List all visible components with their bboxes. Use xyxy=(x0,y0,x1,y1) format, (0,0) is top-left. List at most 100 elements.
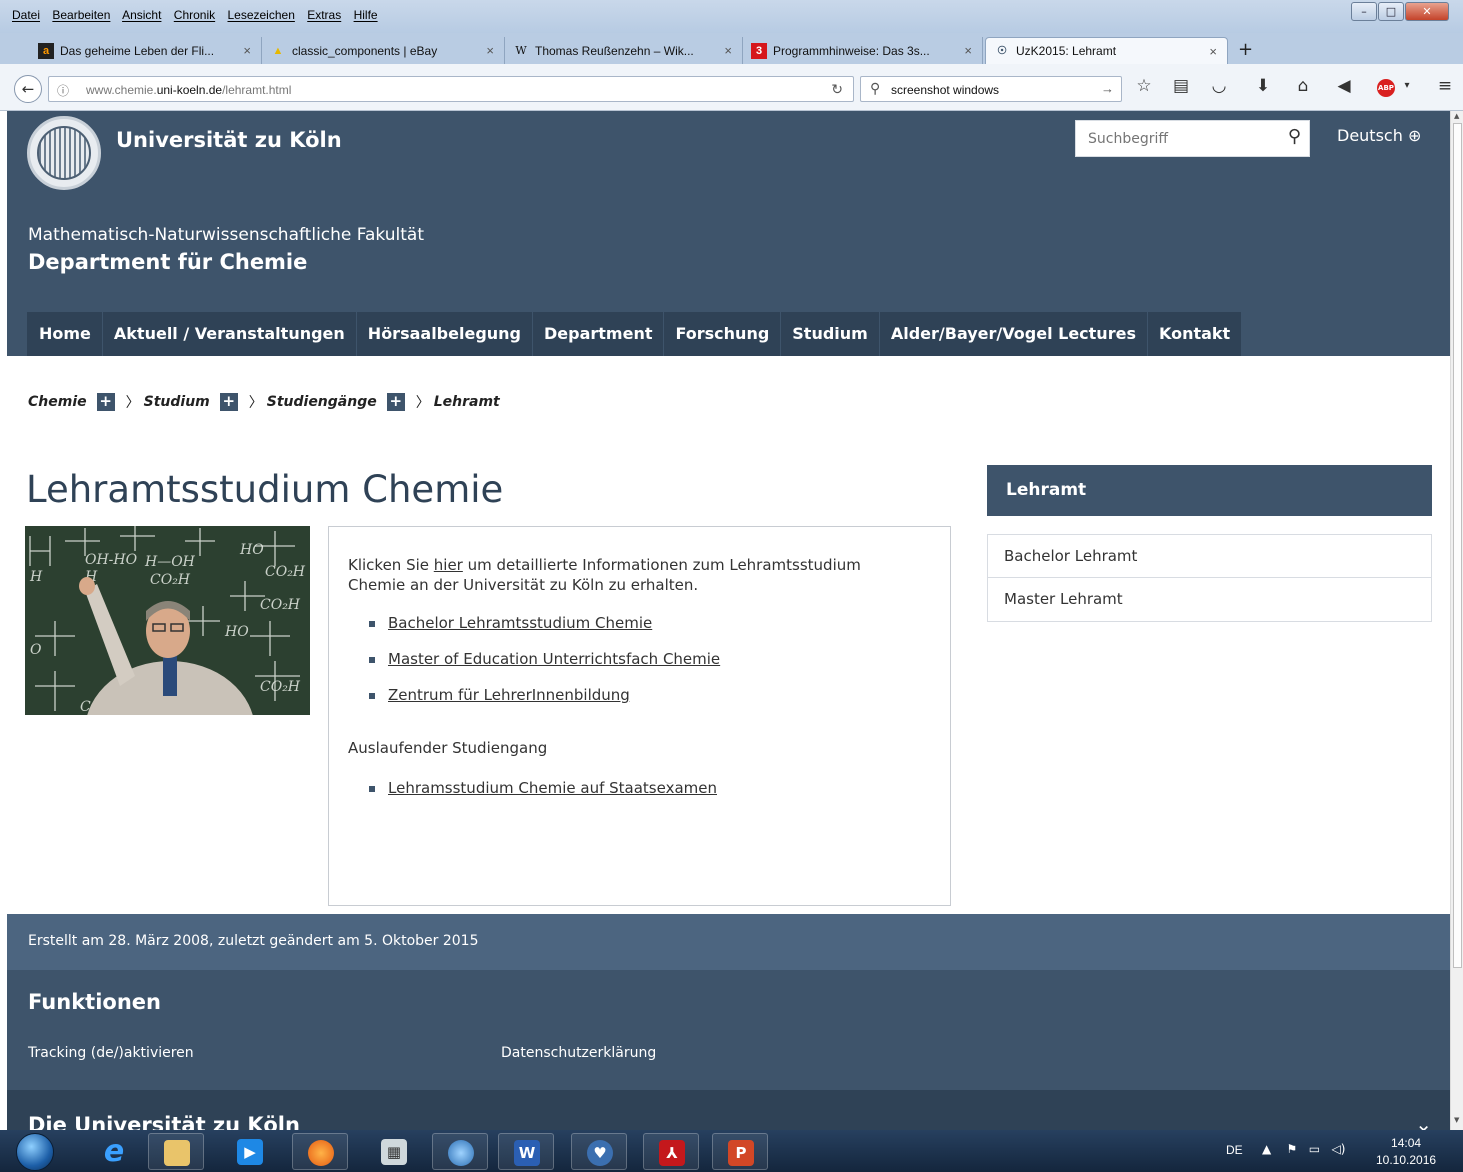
download-icon[interactable]: ⬇ xyxy=(1252,76,1274,96)
chevron-down-icon[interactable]: ⌄ xyxy=(1415,1112,1432,1130)
browser-search-box[interactable]: ⚲ screenshot windows → xyxy=(860,76,1122,102)
url-bar[interactable]: ⓘ www.chemie.uni-koeln.de/lehramt.html ↻ xyxy=(48,76,854,102)
study-links-list: Bachelor Lehramtsstudium Chemie Master o… xyxy=(369,614,720,722)
site-info-icon[interactable]: ⓘ xyxy=(57,82,69,99)
university-footer-heading[interactable]: Die Universität zu Köln xyxy=(28,1113,300,1130)
breadcrumb-studiengaenge[interactable]: Studiengänge xyxy=(267,394,377,410)
vertical-scrollbar[interactable]: ▲ ▼ xyxy=(1450,111,1463,1130)
taskbar-media-player[interactable]: ▶ xyxy=(222,1133,278,1170)
expand-icon[interactable]: + xyxy=(96,393,115,411)
pocket-icon[interactable]: ◡ xyxy=(1208,76,1230,96)
system-clock[interactable]: 14:04 10.10.2016 xyxy=(1376,1135,1436,1169)
search-value: screenshot windows xyxy=(891,83,1000,97)
back-button[interactable]: ← xyxy=(14,75,42,103)
nav-department[interactable]: Department xyxy=(533,312,665,356)
tab-uzk-lehramt[interactable]: ☉ UzK2015: Lehramt × xyxy=(985,37,1228,64)
scrollbar-thumb[interactable] xyxy=(1453,123,1462,968)
nav-aktuell[interactable]: Aktuell / Veranstaltungen xyxy=(103,312,357,356)
taskbar-internet-explorer[interactable]: e xyxy=(86,1133,142,1170)
scroll-up-icon[interactable]: ▲ xyxy=(1454,112,1459,120)
powerpoint-icon: P xyxy=(728,1140,754,1166)
tab-3sat[interactable]: 3 Programmhinweise: Das 3s... × xyxy=(743,37,983,64)
taskbar-calculator[interactable]: ▦ xyxy=(366,1133,422,1170)
menu-hilfe[interactable]: Hilfe xyxy=(354,8,378,22)
taskbar-security-app[interactable]: ♥ xyxy=(571,1133,627,1170)
nav-hoersaalbelegung[interactable]: Hörsaalbelegung xyxy=(357,312,533,356)
sidebar-item-bachelor[interactable]: Bachelor Lehramt xyxy=(988,535,1431,578)
tab-wikipedia[interactable]: W Thomas Reußenzehn – Wik... × xyxy=(505,37,743,64)
site-search-input[interactable] xyxy=(1076,121,1276,156)
input-language[interactable]: DE xyxy=(1226,1143,1243,1157)
taskbar-word[interactable]: W xyxy=(498,1133,554,1170)
nav-studium[interactable]: Studium xyxy=(781,312,880,356)
university-name[interactable]: Universität zu Köln xyxy=(116,128,342,152)
expand-icon[interactable]: + xyxy=(386,393,405,411)
volume-icon[interactable]: ◁) xyxy=(1332,1142,1346,1156)
sidebar-heading: Lehramt xyxy=(987,465,1432,516)
nav-lectures[interactable]: Alder/Bayer/Vogel Lectures xyxy=(880,312,1148,356)
menu-datei[interactable]: Datei xyxy=(12,8,40,22)
network-icon[interactable]: ▭ xyxy=(1309,1142,1320,1156)
svg-text:CO₂H: CO₂H xyxy=(265,564,306,580)
language-switch[interactable]: Deutsch ⊕ xyxy=(1337,126,1421,145)
close-tab-icon[interactable]: × xyxy=(243,43,251,58)
reader-view-icon[interactable]: ▤ xyxy=(1170,76,1192,96)
adblock-icon[interactable]: ABP xyxy=(1377,79,1395,97)
tab-amazon[interactable]: a Das geheime Leben der Fli... × xyxy=(30,37,262,64)
nav-forschung[interactable]: Forschung xyxy=(664,312,782,356)
taskbar-explorer[interactable] xyxy=(148,1133,204,1170)
maximize-button[interactable]: □ xyxy=(1378,2,1404,21)
privacy-link[interactable]: Datenschutzerklärung xyxy=(501,1045,656,1061)
tab-ebay[interactable]: ▲ classic_components | eBay × xyxy=(262,37,505,64)
university-seal-logo[interactable] xyxy=(27,116,101,190)
scroll-down-icon[interactable]: ▼ xyxy=(1454,1116,1459,1124)
minimize-button[interactable]: – xyxy=(1351,2,1377,21)
search-go-icon[interactable]: → xyxy=(1101,81,1114,96)
show-hidden-icons-icon[interactable]: ▲ xyxy=(1262,1142,1271,1156)
reload-icon[interactable]: ↻ xyxy=(831,81,843,98)
send-icon[interactable]: ◀ xyxy=(1333,76,1355,96)
svg-text:HO: HO xyxy=(239,542,264,558)
home-icon[interactable]: ⌂ xyxy=(1292,76,1314,96)
svg-text:H: H xyxy=(29,569,43,585)
action-center-flag-icon[interactable]: ⚑ xyxy=(1287,1142,1298,1156)
close-tab-icon[interactable]: × xyxy=(724,43,732,58)
close-window-button[interactable]: ✕ xyxy=(1405,2,1449,21)
bachelor-lehramt-link[interactable]: Bachelor Lehramtsstudium Chemie xyxy=(388,614,652,632)
master-education-link[interactable]: Master of Education Unterrichtsfach Chem… xyxy=(388,650,720,668)
menu-bearbeiten[interactable]: Bearbeiten xyxy=(52,8,110,22)
bookmark-star-icon[interactable]: ☆ xyxy=(1133,76,1155,96)
close-tab-icon[interactable]: × xyxy=(486,43,494,58)
menu-ansicht[interactable]: Ansicht xyxy=(122,8,161,22)
sidebar-item-master[interactable]: Master Lehramt xyxy=(988,578,1431,621)
taskbar-powerpoint[interactable]: P xyxy=(712,1133,768,1170)
adblock-dropdown-icon[interactable]: ▾ xyxy=(1396,80,1418,91)
hier-link[interactable]: hier xyxy=(434,556,463,574)
tracking-toggle-link[interactable]: Tracking (de/)aktivieren xyxy=(28,1045,194,1061)
close-tab-icon[interactable]: × xyxy=(964,43,972,58)
language-label: Deutsch xyxy=(1337,126,1403,145)
menu-chronik[interactable]: Chronik xyxy=(174,8,215,22)
windows-taskbar: e ▶ ▦ W ♥ ⅄ P DE ▲ ⚑ ▭ ◁) 14:04 10.10.20… xyxy=(0,1130,1463,1172)
close-tab-icon[interactable]: × xyxy=(1209,44,1217,59)
breadcrumb-chemie[interactable]: Chemie xyxy=(28,394,87,410)
staatsexamen-link[interactable]: Lehramsstudium Chemie auf Staatsexamen xyxy=(388,779,717,797)
hamburger-menu-icon[interactable]: ≡ xyxy=(1434,76,1456,96)
zentrum-lehrerbildung-link[interactable]: Zentrum für LehrerInnenbildung xyxy=(388,686,630,704)
taskbar-acrobat[interactable]: ⅄ xyxy=(643,1133,699,1170)
menu-lesezeichen[interactable]: Lesezeichen xyxy=(227,8,294,22)
breadcrumb-studium[interactable]: Studium xyxy=(144,394,210,410)
department-name[interactable]: Department für Chemie xyxy=(28,250,307,274)
nav-home[interactable]: Home xyxy=(27,312,103,356)
expand-icon[interactable]: + xyxy=(219,393,238,411)
taskbar-firefox[interactable] xyxy=(292,1133,348,1170)
tab-label: classic_components | eBay xyxy=(292,43,438,58)
taskbar-thunderbird[interactable] xyxy=(432,1133,488,1170)
faculty-name[interactable]: Mathematisch-Naturwissenschaftliche Faku… xyxy=(28,225,424,245)
menu-extras[interactable]: Extras xyxy=(307,8,341,22)
nav-kontakt[interactable]: Kontakt xyxy=(1148,312,1243,356)
new-tab-button[interactable]: + xyxy=(1238,39,1253,60)
lecturer-photo: OH-HO H—OH HO CO₂H CO₂H CO₂H O HO CO₂H C… xyxy=(25,526,310,715)
search-icon[interactable]: ⚲ xyxy=(1288,126,1301,147)
start-button[interactable] xyxy=(16,1133,54,1171)
